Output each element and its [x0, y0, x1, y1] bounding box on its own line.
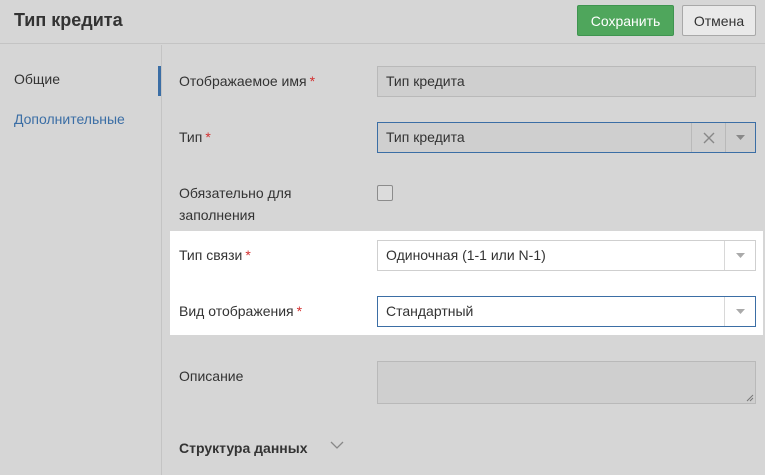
cancel-button[interactable]: Отмена [682, 5, 756, 36]
description-textarea[interactable] [377, 361, 756, 404]
header: Тип кредита Сохранить Отмена [0, 0, 765, 44]
display-kind-select[interactable]: Стандартный [377, 296, 756, 327]
link-type-value: Одиночная (1-1 или N-1) [386, 247, 546, 263]
chevron-down-icon[interactable] [330, 441, 344, 450]
required-mark: * [205, 129, 211, 145]
description-label: Описание [179, 368, 244, 384]
mandatory-checkbox[interactable] [377, 185, 393, 201]
link-type-label-text: Тип связи [179, 247, 243, 263]
display-kind-label: Вид отображения * [179, 300, 302, 322]
mandatory-label-line2: заполнения [179, 207, 256, 223]
display-name-field[interactable]: Тип кредита [377, 66, 756, 97]
close-icon [703, 132, 714, 143]
display-name-value: Тип кредита [386, 73, 465, 89]
display-kind-label-text: Вид отображения [179, 303, 294, 319]
type-label: Тип * [179, 126, 211, 148]
link-type-select[interactable]: Одиночная (1-1 или N-1) [377, 240, 756, 271]
type-select[interactable]: Тип кредита [377, 122, 756, 153]
type-dropdown-toggle[interactable] [726, 123, 755, 152]
clear-button[interactable] [692, 123, 725, 152]
display-name-label: Отображаемое имя * [179, 70, 315, 92]
link-type-dropdown-toggle[interactable] [725, 241, 755, 270]
mandatory-label: Обязательно для заполнения [179, 182, 291, 226]
link-type-label: Тип связи * [179, 244, 251, 266]
resize-grip-icon[interactable] [746, 394, 754, 402]
page-title: Тип кредита [14, 10, 123, 30]
type-value: Тип кредита [386, 129, 465, 145]
required-mark: * [309, 73, 316, 89]
display-kind-dropdown-toggle[interactable] [725, 297, 755, 326]
sidebar-item-general[interactable]: Общие [14, 71, 60, 87]
mandatory-label-line1: Обязательно для [179, 185, 292, 201]
chevron-down-icon [735, 309, 745, 314]
chevron-down-icon [736, 135, 745, 140]
type-label-text: Тип [179, 129, 203, 145]
display-name-label-text: Отображаемое имя [179, 73, 307, 89]
data-structure-section[interactable]: Структура данных [179, 440, 308, 456]
required-mark: * [245, 247, 251, 263]
sidebar: Общие Дополнительные [0, 45, 162, 475]
sidebar-active-indicator [158, 66, 161, 96]
sidebar-item-additional[interactable]: Дополнительные [14, 111, 125, 127]
required-mark: * [296, 303, 303, 319]
display-kind-value: Стандартный [386, 303, 474, 319]
save-button[interactable]: Сохранить [577, 5, 674, 36]
chevron-down-icon [735, 253, 745, 258]
